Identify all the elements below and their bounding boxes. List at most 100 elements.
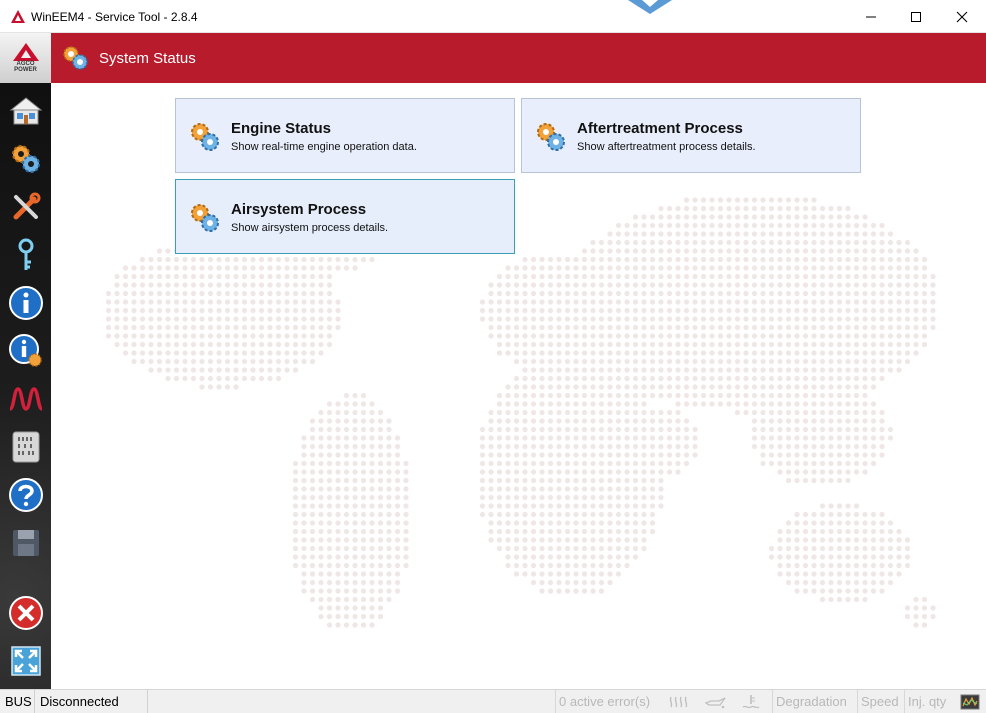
sidebar-item-system-status[interactable]: [6, 139, 46, 179]
map-dot: [904, 307, 911, 314]
map-dot: [658, 256, 664, 263]
map-dot: [173, 375, 180, 382]
graph-monitor-icon[interactable]: [960, 694, 980, 710]
sidebar-item-save[interactable]: [6, 523, 46, 563]
maximize-button[interactable]: [893, 0, 939, 33]
map-dot: [624, 545, 630, 552]
map-dot: [794, 579, 800, 586]
map-dot: [870, 418, 877, 424]
map-dot: [828, 511, 834, 518]
map-dot: [649, 392, 656, 399]
map-dot: [581, 384, 588, 390]
map-dot: [836, 460, 843, 467]
map-dot: [216, 307, 222, 314]
map-dot: [811, 579, 817, 586]
map-dot: [343, 477, 350, 484]
map-dot: [675, 375, 681, 382]
map-dot: [649, 375, 656, 382]
map-dot: [726, 214, 732, 220]
map-dot: [862, 537, 868, 543]
map-dot: [522, 341, 528, 348]
map-dot: [122, 316, 129, 322]
map-dot: [598, 299, 605, 305]
map-dot: [743, 265, 749, 271]
sidebar-item-fullscreen[interactable]: [6, 641, 46, 681]
map-dot: [573, 333, 579, 339]
map-dot: [581, 248, 588, 254]
map-dot: [777, 299, 783, 305]
map-dot: [785, 443, 792, 450]
tile-engine-status[interactable]: Engine Status Show real-time engine oper…: [175, 98, 515, 173]
map-dot: [896, 537, 902, 543]
sidebar-item-access[interactable]: [6, 235, 46, 275]
map-dot: [615, 316, 622, 322]
close-button[interactable]: [939, 0, 985, 33]
map-dot: [819, 375, 826, 382]
sidebar-item-data[interactable]: [6, 427, 46, 467]
sidebar-item-home[interactable]: [6, 91, 46, 131]
map-dot: [853, 248, 860, 254]
map-dot: [615, 469, 622, 475]
map-dot: [598, 460, 605, 467]
map-dot: [615, 341, 622, 348]
map-dot: [836, 307, 843, 314]
map-dot: [802, 358, 809, 365]
map-dot: [496, 350, 503, 356]
map-dot: [641, 435, 647, 441]
sidebar-item-measurement[interactable]: [6, 379, 46, 419]
map-dot: [199, 375, 205, 382]
map-dot: [182, 367, 188, 373]
map-dot: [794, 562, 800, 569]
map-dot: [284, 350, 290, 356]
map-dot: [556, 265, 562, 271]
map-dot: [131, 316, 137, 322]
map-dot: [513, 554, 520, 560]
map-dot: [760, 265, 766, 271]
tile-aftertreatment-process[interactable]: Aftertreatment Process Show aftertreatme…: [521, 98, 861, 173]
map-dot: [887, 426, 894, 433]
map-dot: [182, 265, 188, 271]
map-dot: [683, 248, 690, 254]
minimize-button[interactable]: [848, 0, 894, 33]
map-dot: [683, 384, 690, 390]
map-dot: [862, 256, 868, 263]
map-dot: [811, 511, 817, 518]
map-dot: [700, 239, 707, 246]
map-dot: [539, 452, 545, 458]
map-dot: [845, 358, 851, 365]
map-dot: [845, 333, 851, 339]
map-dot: [845, 588, 851, 594]
sidebar-item-info[interactable]: [6, 283, 46, 323]
map-dot: [199, 299, 205, 305]
map-dot: [156, 265, 163, 271]
sidebar-item-tools[interactable]: [6, 187, 46, 227]
map-dot: [505, 477, 511, 484]
map-dot: [692, 239, 698, 246]
map-dot: [513, 537, 520, 543]
system-status-gears-icon: [63, 46, 88, 70]
map-dot: [683, 222, 690, 229]
map-dot: [607, 401, 613, 407]
map-dot: [615, 307, 622, 314]
map-dot: [811, 562, 817, 569]
map-dot: [581, 426, 588, 433]
map-dot: [556, 537, 562, 543]
map-dot: [777, 409, 783, 416]
map-dot: [615, 460, 622, 467]
sidebar-item-help[interactable]: [6, 475, 46, 515]
map-dot: [726, 265, 732, 271]
map-dot: [641, 214, 647, 220]
sidebar-item-info-settings[interactable]: [6, 331, 46, 371]
map-dot: [887, 333, 894, 339]
map-dot: [896, 545, 902, 552]
map-dot: [794, 426, 800, 433]
map-dot: [241, 299, 248, 305]
map-dot: [539, 460, 545, 467]
sidebar-item-exit[interactable]: [6, 593, 46, 633]
map-dot: [318, 290, 324, 297]
map-dot: [828, 571, 834, 577]
tile-airsystem-process[interactable]: Airsystem Process Show airsystem process…: [175, 179, 515, 254]
map-dot: [318, 282, 324, 288]
map-dot: [692, 231, 698, 237]
map-dot: [573, 401, 579, 407]
